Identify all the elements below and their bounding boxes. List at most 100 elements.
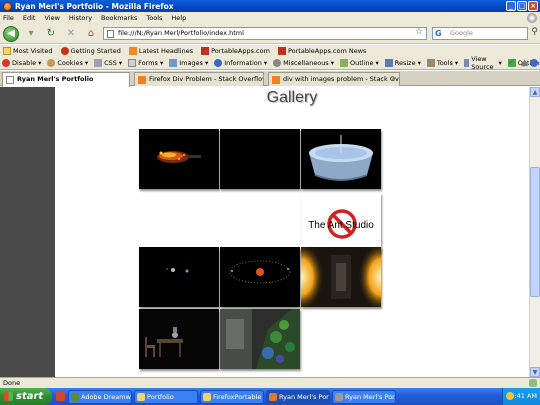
bookmark-portableapps-news[interactable]: PortableApps.com News	[277, 47, 366, 55]
devbar-css[interactable]: CSS ▾	[94, 59, 122, 67]
stop-button[interactable]: ✕	[63, 27, 79, 41]
water-bowl-image[interactable]	[301, 129, 381, 189]
back-button[interactable]: ◀	[3, 25, 19, 42]
bookmark-portableapps[interactable]: PortableApps.com	[201, 47, 270, 55]
fire-particles-image[interactable]	[139, 129, 219, 189]
devbar-images[interactable]: Images ▾	[169, 59, 208, 67]
url-bar[interactable]: file:///N:/Ryan Merl/Portfolio/index.htm…	[103, 27, 427, 40]
tab-portfolio[interactable]: Ryan Merl's Portfolio	[2, 72, 130, 87]
search-input[interactable]: G Google ⚲	[432, 27, 538, 40]
window-title: Ryan Merl's Portfolio - Mozilla Firefox	[15, 1, 174, 11]
menu-bar: File Edit View History Bookmarks Tools H…	[0, 12, 540, 24]
google-icon[interactable]: G	[435, 29, 442, 38]
small-objects-image[interactable]	[139, 247, 219, 307]
cookie-icon	[47, 59, 56, 67]
validation-ok-icon[interactable]: ✔	[507, 58, 515, 68]
outline-icon	[339, 59, 348, 67]
windows-flag-icon	[4, 392, 13, 401]
information-icon	[214, 59, 223, 67]
page-icon	[6, 76, 14, 84]
ant-studio-text: The Ant Studio	[308, 220, 374, 231]
minimize-button[interactable]: _	[506, 1, 516, 11]
menu-file[interactable]: File	[3, 14, 14, 22]
page-icon	[107, 30, 114, 38]
clock: 6:41 AM	[510, 392, 537, 400]
folder-icon	[3, 47, 11, 55]
maximize-button[interactable]: □	[517, 1, 527, 11]
scrollbar-thumb[interactable]	[530, 167, 540, 297]
portableapps-icon	[201, 47, 210, 55]
menu-bookmarks[interactable]: Bookmarks	[101, 14, 137, 22]
bookmark-star-icon[interactable]: ☆	[415, 27, 423, 38]
bookmarks-toolbar: Most Visited Getting Started Latest Head…	[0, 45, 540, 57]
url-text: file:///N:/Ryan Merl/Portfolio/index.htm…	[118, 29, 244, 37]
task-dreamweaver[interactable]: Adobe Dreamweav...	[68, 390, 132, 404]
devbar-miscellaneous[interactable]: Miscellaneous ▾	[273, 59, 334, 67]
web-developer-toolbar: Disable ▾ Cookies ▾ CSS ▾ Forms ▾ Images ▾ In…	[0, 55, 540, 71]
quicklaunch-icon[interactable]	[56, 392, 65, 401]
menu-view[interactable]: View	[44, 14, 59, 22]
firefox-icon	[269, 393, 277, 401]
navigation-toolbar: ◀ ▾ ↻ ✕ ⌂ file:///N:/Ryan Merl/Portfolio…	[0, 24, 540, 44]
orbit-image[interactable]	[220, 247, 300, 307]
page-title: Gallery	[266, 89, 318, 106]
portableapps-icon	[277, 47, 286, 55]
menu-help[interactable]: Help	[171, 14, 186, 22]
status-info-icon[interactable]	[530, 59, 538, 67]
devbar-resize[interactable]: Resize ▾	[384, 59, 421, 67]
stackoverflow-icon	[138, 76, 146, 84]
windows-taskbar: start Adobe Dreamweav... Portfolio Firef…	[0, 388, 540, 405]
miscellaneous-icon	[273, 59, 282, 67]
bookmark-getting-started[interactable]: Getting Started	[60, 47, 121, 55]
content-area: Gallery The Ant Studio ▲ ▼	[0, 87, 540, 377]
devbar-tools[interactable]: Tools ▾	[426, 59, 458, 67]
tools-icon	[426, 59, 435, 67]
chair-room-image[interactable]	[139, 309, 219, 369]
status-text: Done	[3, 379, 21, 387]
bookmark-most-visited[interactable]: Most Visited	[3, 47, 53, 55]
bookmark-latest-headlines[interactable]: Latest Headlines	[128, 47, 193, 55]
task-portfolio-folder[interactable]: Portfolio	[134, 390, 198, 404]
images-icon	[169, 59, 178, 67]
scroll-up-button[interactable]: ▲	[530, 87, 540, 97]
system-tray: 6:41 AM	[502, 388, 540, 405]
devbar-forms[interactable]: Forms ▾	[128, 59, 163, 67]
tab-div-with-images-problem[interactable]: div with images problem - Stack Overflow…	[268, 72, 400, 86]
vertical-scrollbar[interactable]: ▲ ▼	[529, 87, 540, 377]
folder-icon	[203, 393, 211, 401]
devbar-view-source[interactable]: View Source ▾	[464, 55, 502, 71]
task-firefox-portfolio[interactable]: Ryan Merl's Portfolio...	[266, 390, 330, 404]
green-trees-image[interactable]	[220, 309, 300, 369]
window-icon	[335, 393, 343, 401]
menu-history[interactable]: History	[69, 14, 92, 22]
tray-icon[interactable]	[506, 392, 514, 400]
task-portfolio-2[interactable]: Ryan Merl's Portfo...	[332, 390, 396, 404]
task-firefoxportable-folder[interactable]: FirefoxPortable	[200, 390, 264, 404]
status-addon-icon[interactable]	[529, 379, 537, 387]
home-button[interactable]: ⌂	[83, 27, 99, 41]
tab-firefox-div-problem[interactable]: Firefox Div Problem - Stack Overflow	[134, 72, 264, 86]
devbar-information[interactable]: Information ▾	[214, 59, 267, 67]
history-dropdown-button[interactable]: ▾	[23, 27, 39, 41]
search-icon[interactable]: ⚲	[531, 27, 538, 38]
disable-icon	[2, 59, 10, 67]
tab-bar: Ryan Merl's Portfolio Firefox Div Proble…	[0, 71, 540, 87]
ant-studio-logo-image[interactable]: The Ant Studio	[301, 193, 381, 253]
devbar-cookies[interactable]: Cookies ▾	[47, 59, 88, 67]
folder-icon	[137, 393, 145, 401]
close-tab-icon[interactable]: ×	[390, 73, 396, 86]
close-button[interactable]: ×	[528, 1, 538, 11]
throbber-icon	[527, 13, 537, 23]
menu-edit[interactable]: Edit	[23, 14, 36, 22]
menu-tools[interactable]: Tools	[146, 14, 162, 22]
start-button[interactable]: start	[0, 388, 52, 405]
window-titlebar: Ryan Merl's Portfolio - Mozilla Firefox …	[0, 0, 540, 12]
warning-icon[interactable]: ▲	[521, 58, 528, 68]
dark-render-image[interactable]	[220, 129, 300, 189]
devbar-outline[interactable]: Outline ▾	[339, 59, 379, 67]
glowing-corridor-image[interactable]	[301, 247, 381, 307]
web-page: Gallery The Ant Studio	[55, 87, 529, 377]
reload-button[interactable]: ↻	[43, 27, 59, 41]
scroll-down-button[interactable]: ▼	[530, 367, 540, 377]
devbar-disable[interactable]: Disable ▾	[2, 59, 41, 67]
